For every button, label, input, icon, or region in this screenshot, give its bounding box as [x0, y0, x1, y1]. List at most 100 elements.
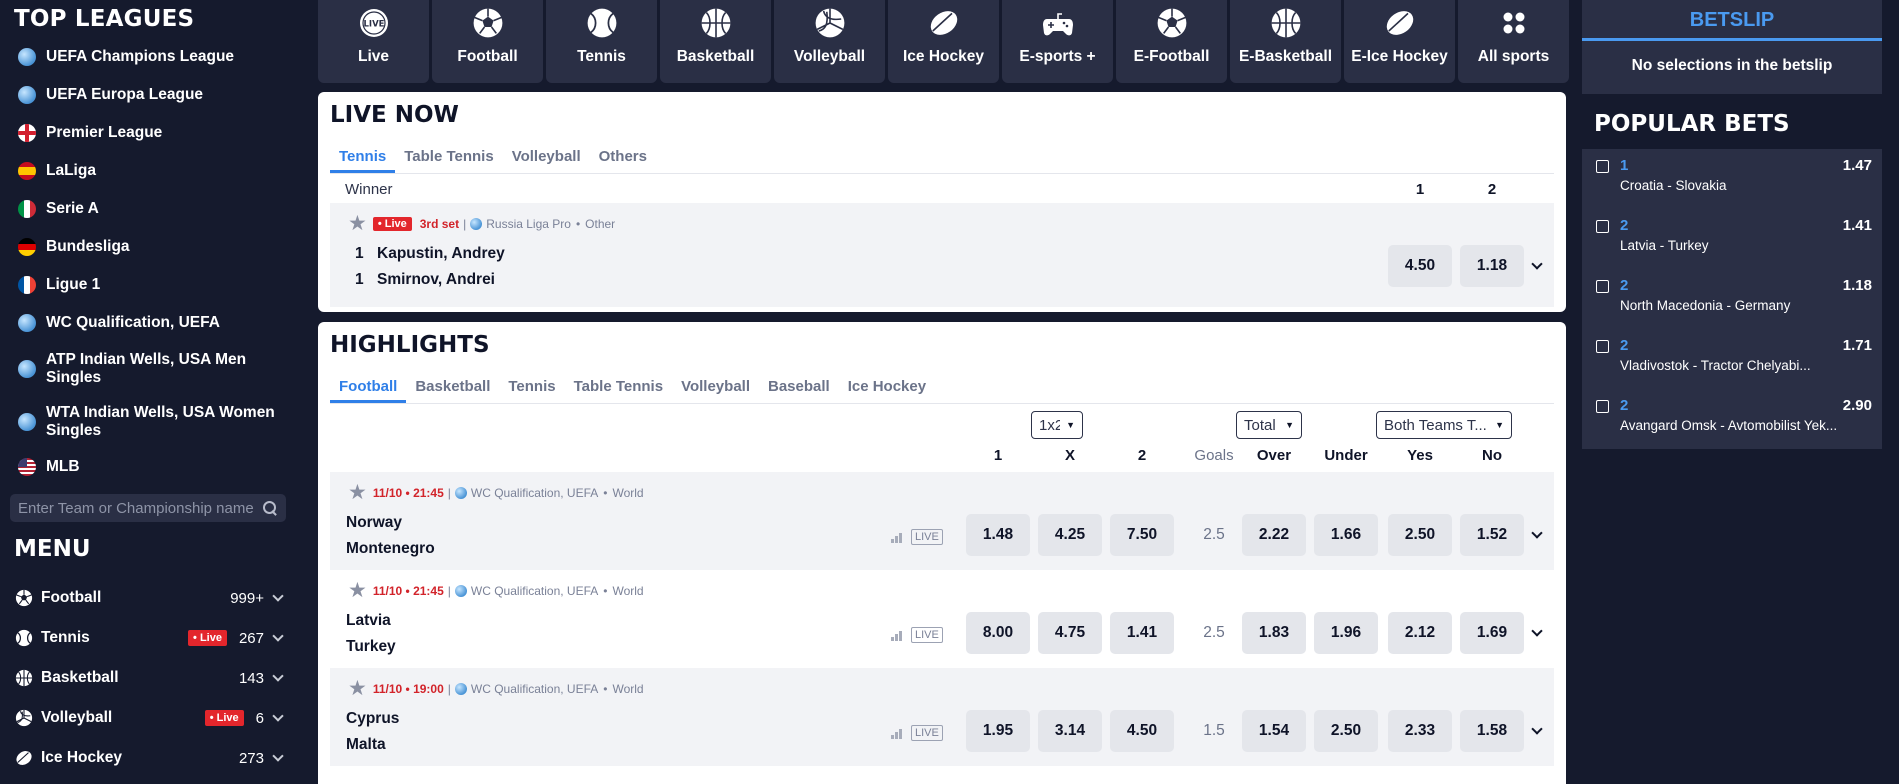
stats-icon[interactable]: [891, 531, 905, 543]
chevron-down-icon[interactable]: [1531, 527, 1543, 539]
odd-button[interactable]: 1.52: [1460, 514, 1524, 556]
menu-item-basketball[interactable]: Basketball 143: [0, 658, 296, 698]
tab-tennis[interactable]: Tennis: [499, 378, 564, 403]
tab-baseball[interactable]: Baseball: [759, 378, 839, 403]
chevron-down-icon[interactable]: [272, 750, 284, 762]
tab-volleyball[interactable]: Volleyball: [503, 148, 590, 173]
odd-button[interactable]: 4.50: [1388, 245, 1452, 287]
sport-tile-esports[interactable]: E-sports +: [1002, 0, 1113, 83]
search-input[interactable]: [18, 499, 262, 517]
tab-basketball[interactable]: Basketball: [406, 378, 499, 403]
tab-football[interactable]: Football: [330, 378, 407, 403]
tab-ice-hockey[interactable]: Ice Hockey: [839, 378, 935, 403]
league-item-atp-indian-wells[interactable]: ATP Indian Wells, USA Men Singles: [0, 342, 296, 395]
odd-button[interactable]: 1.66: [1314, 514, 1378, 556]
odd-button[interactable]: 1.83: [1242, 612, 1306, 654]
sport-tile-tennis[interactable]: Tennis: [546, 0, 657, 83]
sport-tile-live[interactable]: LIVE Live: [318, 0, 429, 83]
live-event-row[interactable]: ★ • Live 3rd set | Russia Liga Pro • Oth…: [330, 203, 1554, 307]
league-item-serie-a[interactable]: Serie A: [0, 190, 296, 228]
odd-button[interactable]: 1.41: [1110, 612, 1174, 654]
odd-button[interactable]: 4.75: [1038, 612, 1102, 654]
odd-button[interactable]: 2.22: [1242, 514, 1306, 556]
league-item-wta-indian-wells[interactable]: WTA Indian Wells, USA Women Singles: [0, 395, 296, 448]
menu-item-football[interactable]: Football 999+: [0, 578, 296, 618]
league-item-laliga[interactable]: LaLiga: [0, 152, 296, 190]
odd-button[interactable]: 4.50: [1110, 710, 1174, 752]
sport-tile-football[interactable]: Football: [432, 0, 543, 83]
popular-bet-item[interactable]: 2 2.90 Avangard Omsk - Avtomobilist Yek.…: [1582, 389, 1882, 449]
sport-tile-ice-hockey[interactable]: Ice Hockey: [888, 0, 999, 83]
popular-bet-item[interactable]: 1 1.47 Croatia - Slovakia: [1582, 149, 1882, 209]
league-item-ucl[interactable]: UEFA Champions League: [0, 38, 296, 76]
odd-button[interactable]: 3.14: [1038, 710, 1102, 752]
league-label: WTA Indian Wells, USA Women Singles: [46, 403, 275, 439]
popular-bet-item[interactable]: 2 1.41 Latvia - Turkey: [1582, 209, 1882, 269]
sport-tile-e-ice-hockey[interactable]: E-Ice Hockey: [1344, 0, 1455, 83]
sport-tile-e-football[interactable]: E-Football: [1116, 0, 1227, 83]
betslip-title[interactable]: BETSLIP: [1582, 0, 1882, 41]
league-item-premier-league[interactable]: Premier League: [0, 114, 296, 152]
odd-button[interactable]: 1.18: [1460, 245, 1524, 287]
search-icon[interactable]: [262, 500, 278, 516]
event-row[interactable]: ★ 11/10 • 21:45 | WC Qualification, UEFA…: [330, 472, 1554, 570]
tab-table-tennis[interactable]: Table Tennis: [565, 378, 672, 403]
checkbox[interactable]: [1596, 400, 1609, 413]
menu-item-volleyball[interactable]: Volleyball • Live 6: [0, 698, 296, 738]
tab-volleyball[interactable]: Volleyball: [672, 378, 759, 403]
star-icon[interactable]: ★: [348, 580, 367, 601]
chevron-down-icon[interactable]: [1531, 723, 1543, 735]
event-row[interactable]: ★ 11/10 • 19:00 | WC Qualification, UEFA…: [330, 668, 1554, 766]
sport-tile-volleyball[interactable]: Volleyball: [774, 0, 885, 83]
tab-tennis[interactable]: Tennis: [330, 148, 396, 173]
odd-button[interactable]: 2.50: [1314, 710, 1378, 752]
checkbox[interactable]: [1596, 160, 1609, 173]
odd-button[interactable]: 2.50: [1388, 514, 1452, 556]
menu-item-ice-hockey[interactable]: Ice Hockey 273: [0, 738, 296, 778]
chevron-down-icon[interactable]: [272, 630, 284, 642]
sport-tile-e-basketball[interactable]: E-Basketball: [1230, 0, 1341, 83]
checkbox[interactable]: [1596, 280, 1609, 293]
popular-bet-item[interactable]: 2 1.18 North Macedonia - Germany: [1582, 269, 1882, 329]
popular-bet-item[interactable]: 2 1.71 Vladivostok - Tractor Chelyabi...: [1582, 329, 1882, 389]
odd-button[interactable]: 2.33: [1388, 710, 1452, 752]
tab-table-tennis[interactable]: Table Tennis: [395, 148, 502, 173]
odd-button[interactable]: 1.58: [1460, 710, 1524, 752]
market-select-1x2[interactable]: 1x2 ▼: [1031, 411, 1083, 439]
league-item-wc-qualification[interactable]: WC Qualification, UEFA: [0, 304, 296, 342]
league-item-mlb[interactable]: MLB: [0, 448, 296, 486]
sport-tile-basketball[interactable]: Basketball: [660, 0, 771, 83]
chevron-down-icon[interactable]: [272, 590, 284, 602]
sport-tile-all-sports[interactable]: All sports: [1458, 0, 1569, 83]
event-row[interactable]: ★ 11/10 • 21:45 | WC Qualification, UEFA…: [330, 570, 1554, 668]
chevron-down-icon[interactable]: [272, 710, 284, 722]
stats-icon[interactable]: [891, 629, 905, 641]
stats-icon[interactable]: [891, 727, 905, 739]
odd-button[interactable]: 1.96: [1314, 612, 1378, 654]
league-item-uel[interactable]: UEFA Europa League: [0, 76, 296, 114]
star-icon[interactable]: ★: [348, 213, 367, 234]
chevron-down-icon[interactable]: [1531, 625, 1543, 637]
star-icon[interactable]: ★: [348, 482, 367, 503]
sport-label: Live: [357, 48, 389, 65]
chevron-down-icon[interactable]: [272, 670, 284, 682]
chevron-down-icon[interactable]: [1531, 258, 1543, 270]
odd-button[interactable]: 1.95: [966, 710, 1030, 752]
odd-button[interactable]: 1.48: [966, 514, 1030, 556]
odd-button[interactable]: 8.00: [966, 612, 1030, 654]
checkbox[interactable]: [1596, 220, 1609, 233]
odd-button[interactable]: 4.25: [1038, 514, 1102, 556]
menu-item-tennis[interactable]: Tennis • Live 267: [0, 618, 296, 658]
checkbox[interactable]: [1596, 340, 1609, 353]
league-item-ligue-1[interactable]: Ligue 1: [0, 266, 296, 304]
odd-button[interactable]: 2.12: [1388, 612, 1452, 654]
odd-button[interactable]: 7.50: [1110, 514, 1174, 556]
odd-button[interactable]: 1.69: [1460, 612, 1524, 654]
tab-others[interactable]: Others: [590, 148, 656, 173]
market-select-btts[interactable]: Both Teams T... ▼: [1376, 411, 1512, 439]
market-select-total[interactable]: Total ▼: [1236, 411, 1302, 439]
odd-button[interactable]: 1.54: [1242, 710, 1306, 752]
bet-selection: 1: [1620, 157, 1629, 174]
star-icon[interactable]: ★: [348, 678, 367, 699]
league-item-bundesliga[interactable]: Bundesliga: [0, 228, 296, 266]
